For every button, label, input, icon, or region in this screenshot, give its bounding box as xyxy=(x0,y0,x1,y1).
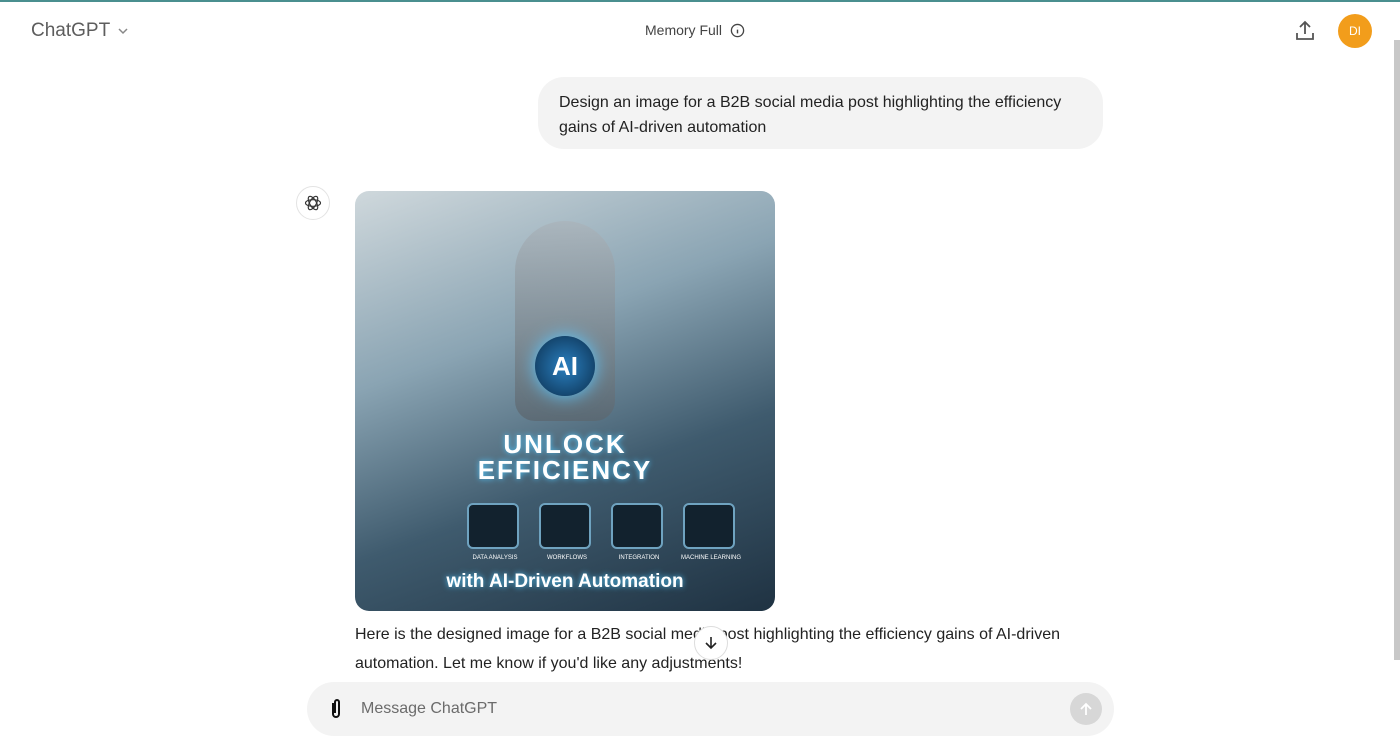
image-tile: MACHINE LEARNING xyxy=(681,503,741,561)
generated-image[interactable]: AI UNLOCK EFFICIENCY DATA ANALYSIS WORKF… xyxy=(355,191,775,611)
image-subline: with AI-Driven Automation xyxy=(446,571,684,592)
message-input[interactable] xyxy=(361,696,1041,722)
user-message: Design an image for a B2B social media p… xyxy=(538,77,1103,149)
image-tile: INTEGRATION xyxy=(611,503,663,561)
image-tile: WORKFLOWS xyxy=(539,503,591,561)
share-icon[interactable] xyxy=(1293,19,1317,43)
avatar[interactable]: DI xyxy=(1338,14,1372,48)
ai-badge: AI xyxy=(535,336,595,396)
arrow-up-icon xyxy=(1080,702,1092,715)
image-tile: DATA ANALYSIS xyxy=(467,503,519,561)
send-button[interactable] xyxy=(1070,693,1102,725)
composer xyxy=(307,682,1114,736)
image-headline: UNLOCK EFFICIENCY xyxy=(477,429,653,485)
header: ChatGPT Memory Full DI xyxy=(0,2,1400,58)
scrollbar[interactable] xyxy=(1394,40,1400,660)
assistant-message: Here is the designed image for a B2B soc… xyxy=(355,626,1060,672)
arrow-down-icon xyxy=(705,637,717,650)
model-name: ChatGPT xyxy=(31,20,111,41)
memory-label: Memory Full xyxy=(645,22,723,38)
paperclip-icon[interactable] xyxy=(325,697,347,721)
scroll-down-button[interactable] xyxy=(694,626,728,660)
memory-status[interactable]: Memory Full xyxy=(645,22,745,38)
openai-logo-icon xyxy=(296,186,330,220)
image-tiles: DATA ANALYSIS WORKFLOWS INTEGRATION MACH… xyxy=(467,503,741,561)
info-icon xyxy=(730,23,745,37)
model-selector[interactable]: ChatGPT xyxy=(31,20,130,42)
chevron-down-icon xyxy=(118,28,128,35)
